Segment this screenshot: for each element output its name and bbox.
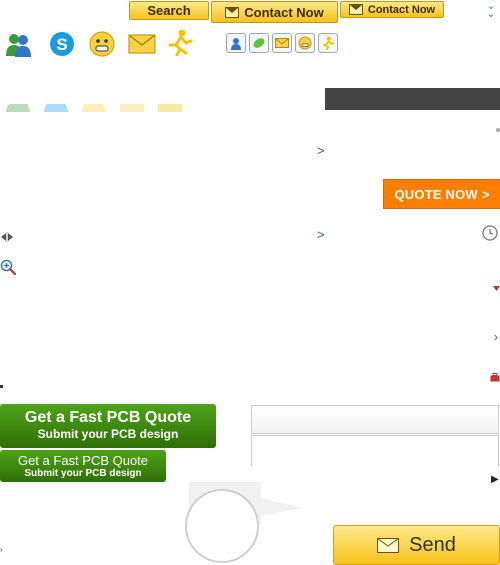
smiley-icon[interactable] — [88, 30, 116, 58]
quote-now-button[interactable]: QUOTE NOW > — [383, 179, 500, 209]
chat-bubble-graphic — [185, 482, 303, 563]
text-input[interactable] — [251, 405, 499, 434]
smiley-icon — [82, 104, 106, 112]
pcb-quote-subtitle: Submit your PCB design — [24, 468, 142, 479]
aim-runner-icon — [158, 104, 182, 112]
prev-next-icon[interactable] — [0, 232, 14, 242]
pcb-quote-title: Get a Fast PCB Quote — [24, 409, 192, 426]
im-small-icons — [226, 33, 338, 53]
dark-bar — [325, 88, 500, 110]
pcb-quote-title: Get a Fast PCB Quote — [17, 453, 149, 468]
quote-now-label: QUOTE NOW > — [394, 186, 490, 202]
bullet-dot — [0, 385, 3, 388]
skype-icon — [44, 104, 68, 112]
contact-now-label: Contact Now — [244, 4, 324, 20]
arrow-right-icon: › — [0, 545, 3, 554]
aim-small-icon[interactable] — [318, 33, 338, 53]
smiley-small-icon[interactable] — [295, 33, 315, 53]
double-chevron-down-icon[interactable]: ⌄ ⌄ — [484, 1, 498, 24]
dot-icon — [496, 128, 500, 132]
clock-icon — [482, 225, 498, 241]
contact-now-button[interactable]: Contact Now — [211, 1, 338, 23]
envelope-icon[interactable] — [128, 34, 156, 54]
briefcase-icon — [490, 373, 500, 382]
envelope-icon — [377, 537, 400, 553]
aim-runner-icon[interactable] — [166, 28, 194, 56]
leaf-small-icon[interactable] — [249, 33, 269, 53]
messenger-icon[interactable] — [4, 30, 32, 58]
svg-text:S: S — [56, 35, 67, 54]
skype-icon[interactable]: S — [48, 30, 76, 58]
envelope-icon — [348, 4, 363, 15]
search-button-label: Search — [147, 3, 191, 18]
envelope-icon — [120, 104, 144, 112]
search-button[interactable]: Search — [129, 1, 209, 20]
send-button[interactable]: Send — [333, 525, 500, 565]
caret-down-icon[interactable] — [493, 286, 500, 291]
caret-right-icon[interactable]: ▶ — [491, 474, 499, 485]
messenger-icon — [6, 104, 30, 112]
faded-icon-row — [0, 104, 200, 112]
envelope-icon — [225, 6, 240, 18]
pcb-quote-banner-large[interactable]: Get a Fast PCB Quote Submit your PCB des… — [0, 404, 216, 448]
pcb-quote-subtitle: Submit your PCB design — [37, 427, 179, 441]
contact-now-small-button[interactable]: Contact Now — [340, 1, 444, 18]
messenger-small-icon[interactable] — [226, 33, 246, 53]
arrow-link-2[interactable]: > — [317, 227, 325, 242]
chevron-right-icon[interactable]: › — [494, 330, 498, 344]
pcb-quote-banner-small[interactable]: Get a Fast PCB Quote Submit your PCB des… — [0, 450, 166, 482]
zoom-in-icon[interactable] — [0, 259, 16, 275]
arrow-link-1[interactable]: > — [317, 143, 325, 158]
contact-now-small-label: Contact Now — [367, 3, 436, 16]
envelope-small-icon[interactable] — [272, 33, 292, 53]
send-label: Send — [409, 533, 456, 556]
message-textarea[interactable] — [251, 435, 499, 466]
